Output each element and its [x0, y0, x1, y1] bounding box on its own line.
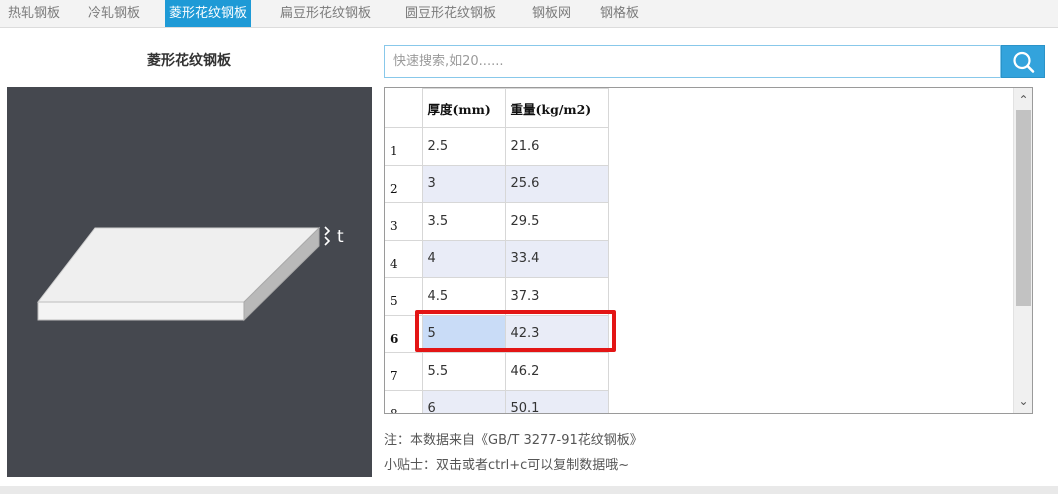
scrollbar-thumb[interactable] [1016, 110, 1031, 306]
row-header[interactable]: 3 [385, 202, 423, 241]
row-header[interactable]: 5 [385, 277, 423, 316]
thickness-cell[interactable]: 6 [421, 389, 506, 413]
row-header[interactable]: 4 [385, 239, 423, 278]
table-row[interactable]: 3 3.5 29.5 [385, 202, 609, 241]
thickness-cell[interactable]: 5.5 [421, 352, 506, 391]
weight-cell[interactable]: 46.2 [504, 352, 609, 391]
thickness-label: t [337, 227, 344, 247]
scroll-up-icon[interactable]: ⌃ [1014, 90, 1032, 110]
tab-hot-rolled-plate[interactable]: 热轧钢板 [4, 0, 64, 27]
tip-note: 小贴士：双击或者ctrl+c可以复制数据哦~ [384, 458, 630, 473]
row-header[interactable]: 2 [385, 164, 423, 203]
plate-illustration [36, 226, 331, 322]
weight-cell[interactable]: 42.3 [504, 314, 609, 353]
table-row[interactable]: 8 6 50.1 [385, 389, 609, 413]
search-button[interactable] [1001, 45, 1045, 78]
row-header[interactable]: 8 [385, 389, 423, 413]
panel-title: 菱形花纹钢板 [147, 53, 231, 69]
weight-cell[interactable]: 50.1 [504, 389, 609, 413]
column-header-weight[interactable]: 重量(kg/m2) [504, 88, 609, 128]
thickness-cell[interactable]: 3 [421, 164, 506, 203]
tab-steel-grating[interactable]: 钢格板 [596, 0, 643, 27]
table-row[interactable]: 2 3 25.6 [385, 164, 609, 203]
thickness-cell[interactable]: 3.5 [421, 202, 506, 241]
weight-cell[interactable]: 37.3 [504, 277, 609, 316]
bottom-divider [0, 486, 1058, 494]
thickness-indicator [324, 226, 331, 246]
search-input[interactable] [384, 45, 1001, 78]
table-row[interactable]: 7 5.5 46.2 [385, 352, 609, 391]
table-row-selected[interactable]: 6 5 42.3 [385, 314, 609, 353]
thickness-cell[interactable]: 4.5 [421, 277, 506, 316]
row-header[interactable]: 6 [385, 314, 423, 353]
row-header[interactable]: 7 [385, 352, 423, 391]
weight-cell[interactable]: 29.5 [504, 202, 609, 241]
table-row[interactable]: 5 4.5 37.3 [385, 277, 609, 316]
table-header-row: 厚度(mm) 重量(kg/m2) [385, 88, 609, 128]
tab-lentil-checkered-plate[interactable]: 扁豆形花纹钢板 [276, 0, 375, 27]
weight-cell[interactable]: 21.6 [504, 127, 609, 166]
thickness-cell[interactable]: 2.5 [421, 127, 506, 166]
table-row[interactable]: 1 2.5 21.6 [385, 127, 609, 166]
plate-preview: t [7, 87, 372, 477]
weight-cell[interactable]: 25.6 [504, 164, 609, 203]
row-header[interactable]: 1 [385, 127, 423, 166]
tab-round-bean-checkered-plate[interactable]: 圆豆形花纹钢板 [401, 0, 500, 27]
vertical-scrollbar[interactable]: ⌃ ⌄ [1013, 88, 1032, 413]
data-table: 厚度(mm) 重量(kg/m2) 1 2.5 21.6 2 3 25.6 3 3… [385, 88, 609, 413]
data-grid[interactable]: 厚度(mm) 重量(kg/m2) 1 2.5 21.6 2 3 25.6 3 3… [384, 87, 1033, 414]
tab-cold-rolled-plate[interactable]: 冷轧钢板 [84, 0, 144, 27]
thickness-cell[interactable]: 4 [421, 239, 506, 278]
tab-expanded-metal[interactable]: 钢板网 [528, 0, 575, 27]
tab-diamond-checkered-plate[interactable]: 菱形花纹钢板 [165, 0, 252, 27]
table-row[interactable]: 4 4 33.4 [385, 239, 609, 278]
category-tab-bar: 热轧钢板 冷轧钢板 菱形花纹钢板 扁豆形花纹钢板 圆豆形花纹钢板 钢板网 钢格板 [0, 0, 1058, 28]
weight-cell[interactable]: 33.4 [504, 239, 609, 278]
search-icon [1013, 51, 1035, 73]
row-header-corner [385, 88, 423, 128]
scroll-down-icon[interactable]: ⌄ [1014, 391, 1032, 411]
thickness-cell-selected[interactable]: 5 [421, 314, 506, 353]
column-header-thickness[interactable]: 厚度(mm) [421, 88, 506, 128]
data-source-note: 注：本数据来自《GB/T 3277-91花纹钢板》 [384, 433, 643, 448]
